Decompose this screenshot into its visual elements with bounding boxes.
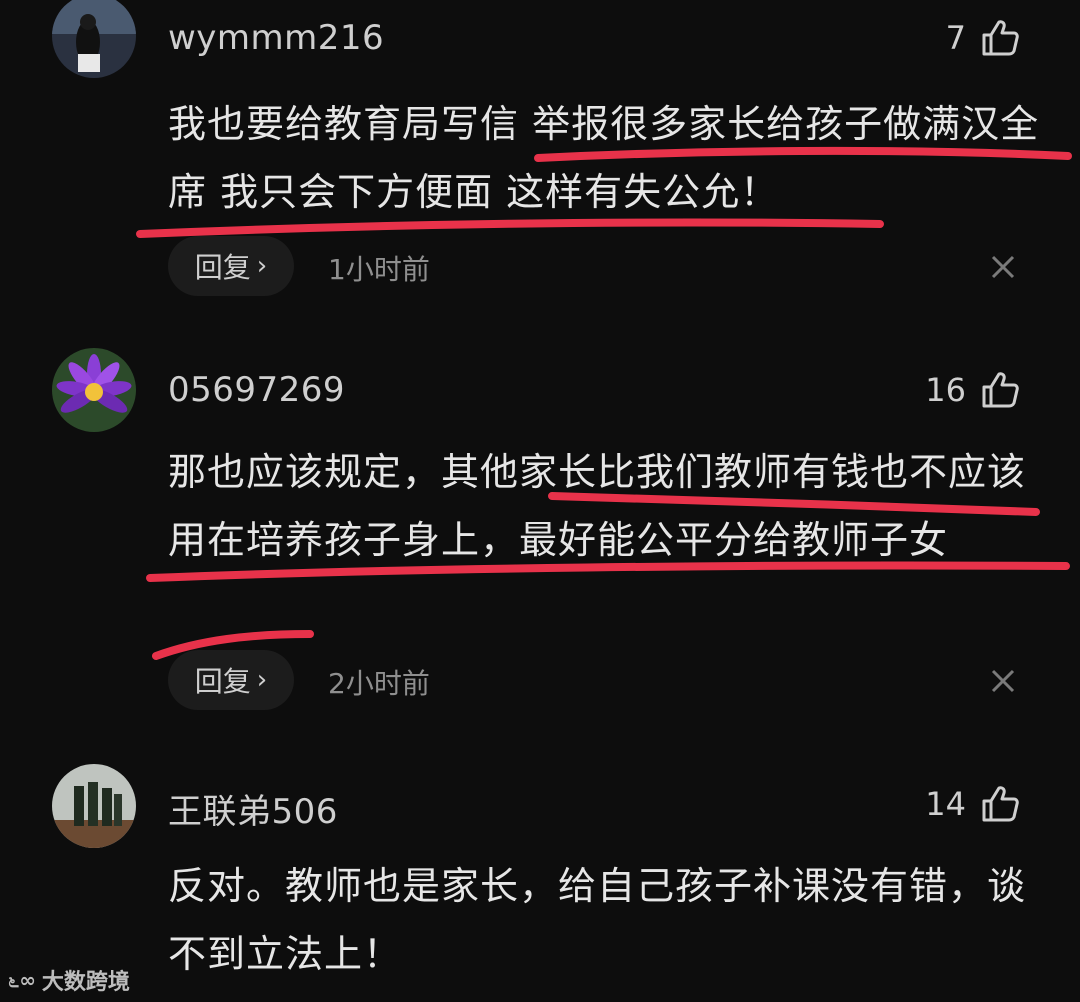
comment-text: 那也应该规定，其他家长比我们教师有钱也不应该用在培养孩子身上，最好能公平分给教师… — [168, 450, 1027, 562]
comment-text: 反对。教师也是家长，给自己孩子补课没有错，谈不到立法上！ — [168, 864, 1027, 976]
username[interactable]: 王联弟506 — [168, 784, 338, 833]
like-count: 7 — [945, 19, 966, 57]
watermark: ೬∞ 大数跨境 — [8, 964, 130, 996]
thumbs-up-icon — [982, 20, 1019, 56]
thumbs-up-icon — [982, 786, 1019, 822]
reply-button[interactable]: 回复 › — [168, 650, 294, 710]
username[interactable]: 05697269 — [168, 370, 345, 410]
reply-button[interactable]: 回复 › — [168, 236, 294, 296]
like-count: 14 — [925, 785, 966, 823]
chevron-right-icon: › — [256, 251, 268, 281]
timestamp: 2小时前 — [328, 667, 430, 700]
like-button[interactable]: 7 — [946, 18, 1020, 58]
close-icon[interactable] — [988, 666, 1018, 696]
watermark-text: 大数跨境 — [41, 970, 130, 995]
thumbs-up-icon — [982, 372, 1019, 408]
watermark-logo-icon: ೬∞ — [8, 968, 36, 992]
close-icon[interactable] — [988, 252, 1018, 282]
chevron-right-icon: › — [256, 665, 268, 695]
avatar[interactable] — [52, 0, 136, 78]
reply-label: 回复 — [194, 665, 251, 698]
comment-text: 我也要给教育局写信 举报很多家长给孩子做满汉全席 我只会下方便面 这样有失公允！ — [168, 102, 1040, 214]
like-button[interactable]: 14 — [925, 784, 1020, 824]
like-count: 16 — [925, 371, 966, 409]
reply-label: 回复 — [194, 251, 251, 284]
avatar[interactable] — [52, 764, 136, 848]
username[interactable]: wymmm216 — [168, 18, 384, 58]
avatar[interactable] — [52, 348, 136, 432]
timestamp: 1小时前 — [328, 253, 430, 286]
like-button[interactable]: 16 — [925, 370, 1020, 410]
